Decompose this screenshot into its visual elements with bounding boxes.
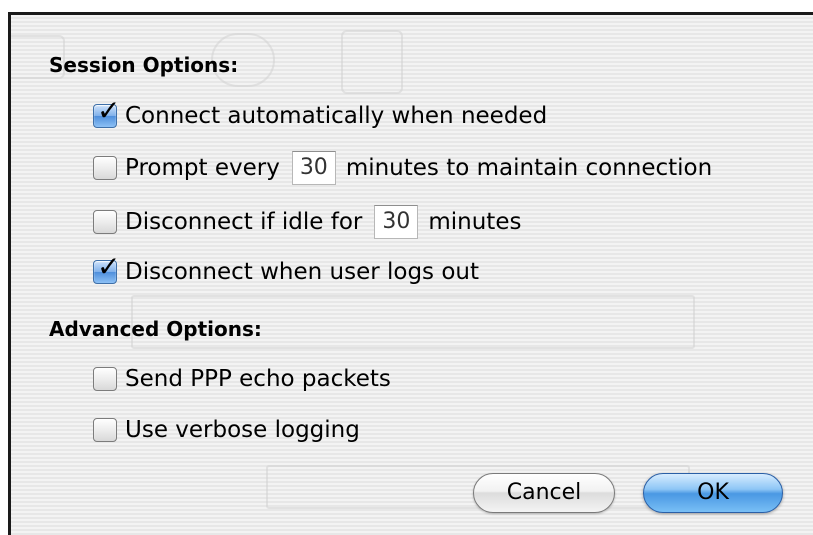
prompt-every-label: Prompt every <box>125 155 280 181</box>
connect-automatically-checkbox[interactable]: ✓ <box>93 97 120 128</box>
verbose-logging-checkbox[interactable] <box>93 418 117 442</box>
connect-automatically-label: Connect automatically when needed <box>125 103 548 129</box>
idle-minutes-field[interactable]: 30 <box>374 205 419 239</box>
ghost-toolbar-icon <box>341 30 403 94</box>
disconnect-idle-label: Disconnect if idle for <box>125 209 363 235</box>
prompt-every-checkbox[interactable] <box>93 156 117 180</box>
advanced-options-heading: Advanced Options: <box>49 317 262 341</box>
prompt-every-option[interactable]: Prompt every 30 minutes to maintain conn… <box>93 151 712 185</box>
connect-automatically-option[interactable]: ✓ Connect automatically when needed <box>93 97 548 133</box>
echo-packets-option[interactable]: Send PPP echo packets <box>93 362 391 396</box>
disconnect-idle-checkbox[interactable] <box>93 210 117 234</box>
cancel-button[interactable]: Cancel <box>473 473 615 513</box>
echo-packets-label: Send PPP echo packets <box>125 366 391 392</box>
ok-button[interactable]: OK <box>643 473 783 513</box>
echo-packets-checkbox[interactable] <box>93 367 117 391</box>
prompt-minutes-field[interactable]: 30 <box>291 151 336 185</box>
verbose-logging-option[interactable]: Use verbose logging <box>93 413 360 447</box>
disconnect-idle-suffix: minutes <box>428 209 522 235</box>
prompt-every-suffix: minutes to maintain connection <box>345 155 713 181</box>
checkmark-icon: ✓ <box>97 94 121 127</box>
session-options-heading: Session Options: <box>49 53 239 77</box>
disconnect-logout-label: Disconnect when user logs out <box>125 259 480 285</box>
disconnect-logout-checkbox[interactable]: ✓ <box>93 253 120 284</box>
disconnect-idle-option[interactable]: Disconnect if idle for 30 minutes <box>93 205 521 239</box>
verbose-logging-label: Use verbose logging <box>125 417 360 443</box>
disconnect-logout-option[interactable]: ✓ Disconnect when user logs out <box>93 253 480 289</box>
ppp-options-sheet: Session Options: ✓ Connect automatically… <box>8 12 813 535</box>
checkmark-icon: ✓ <box>97 250 121 283</box>
